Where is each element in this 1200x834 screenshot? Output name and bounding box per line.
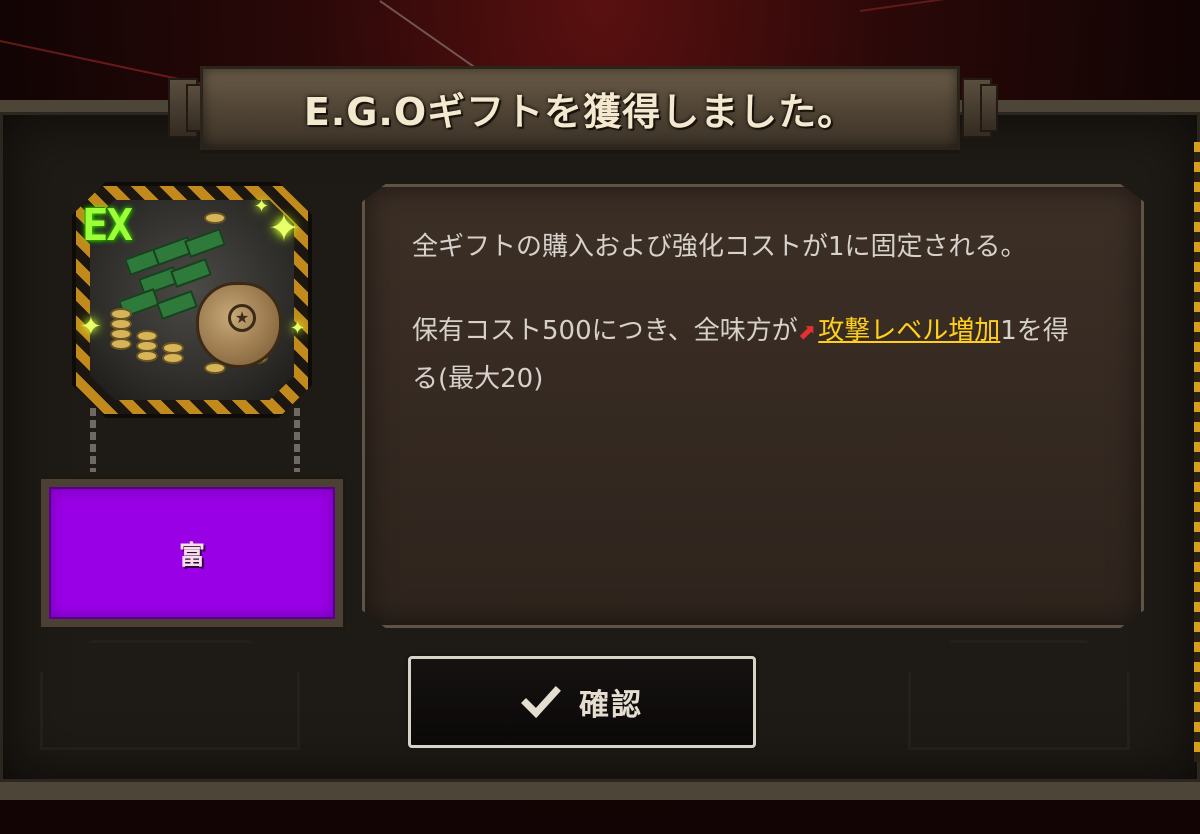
hazard-stripe-edge xyxy=(1194,142,1200,762)
background-light-streak xyxy=(379,0,479,71)
check-icon xyxy=(521,686,561,719)
confirm-button-label: 確認 xyxy=(579,688,643,723)
attack-level-up-icon: ⬈ xyxy=(797,320,817,345)
star-emblem-icon: ★ xyxy=(228,304,256,332)
description-paragraph: 全ギフトの購入および強化コストが1に固定される。 xyxy=(412,232,1027,262)
ex-grade-badge: EX xyxy=(82,200,133,251)
gift-keyword: 富 xyxy=(178,540,205,571)
background-light-streak xyxy=(859,0,1200,12)
description-paragraph: 保有コスト500につき、全味方が⬈攻撃レベル増加1を得る(最大20) xyxy=(412,308,1092,402)
title-plate-bracket-right-inner xyxy=(980,84,998,132)
decorative-silhouette xyxy=(40,640,300,750)
cash-bundle xyxy=(156,290,198,320)
hanging-chain xyxy=(90,408,96,472)
gold-coin xyxy=(136,350,158,362)
hanging-chain xyxy=(294,408,300,472)
sparkle-icon: ✦ xyxy=(254,196,270,217)
gift-description: 全ギフトの購入および強化コストが1に固定される。 保有コスト500につき、全味方… xyxy=(412,224,1092,440)
dialog-title-plate: E.G.Oギフトを獲得しました。 xyxy=(200,66,960,150)
dialog-title: E.G.Oギフトを獲得しました。 xyxy=(303,89,857,134)
cash-bundle xyxy=(184,228,226,258)
game-scene: E.G.Oギフトを獲得しました。 ★ EX ✦ ✦ ✦ ✦ 富 全ギフトの購入お… xyxy=(0,0,1200,834)
confirm-button[interactable]: 確認 xyxy=(408,656,756,748)
sparkle-icon: ✦ xyxy=(268,206,300,250)
sparkle-icon: ✦ xyxy=(80,312,102,342)
decorative-silhouette xyxy=(908,640,1130,750)
gold-coin xyxy=(162,352,184,364)
cash-bundle xyxy=(170,258,212,288)
gift-keyword-plate: 富 xyxy=(38,476,346,630)
gold-coin xyxy=(110,338,132,350)
description-text: 保有コスト500につき、全味方が xyxy=(412,316,798,346)
keyword-link-attack-level-up[interactable]: 攻撃レベル増加 xyxy=(818,316,1000,346)
sparkle-icon: ✦ xyxy=(290,318,306,339)
keyword-fill: 富 xyxy=(49,487,335,619)
gold-coin xyxy=(204,212,226,224)
